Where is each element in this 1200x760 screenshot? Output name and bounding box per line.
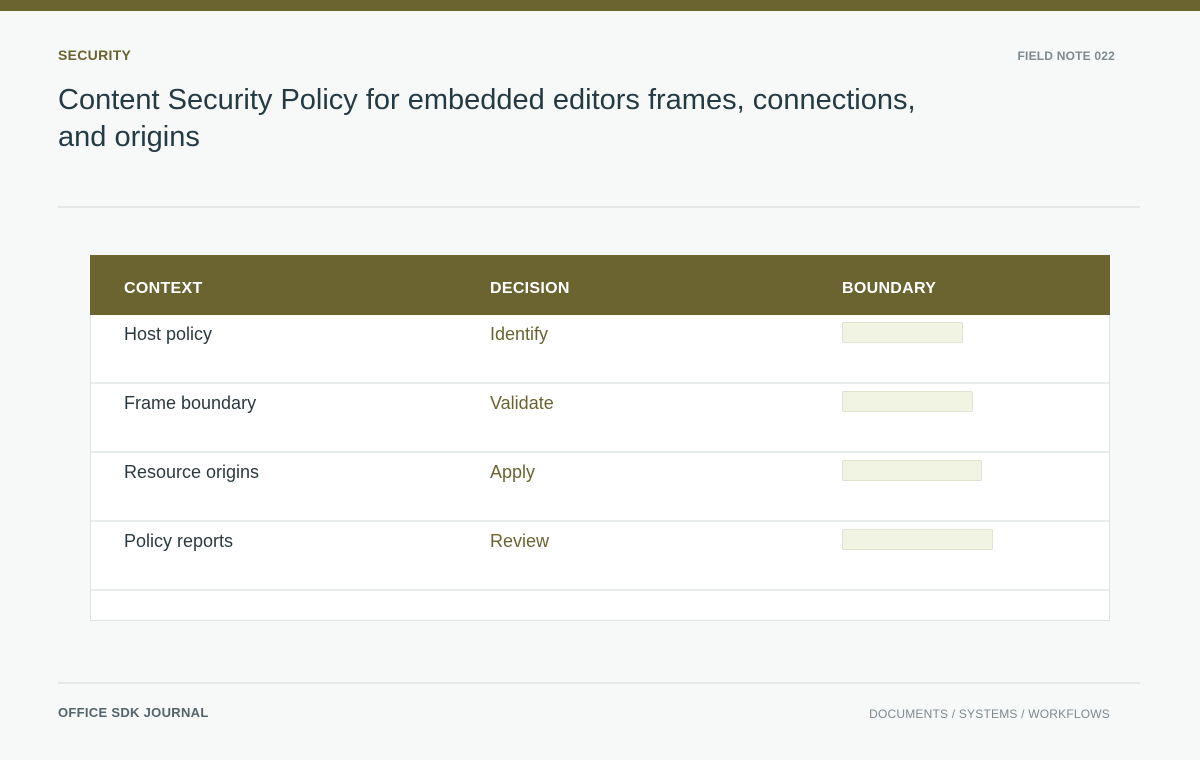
table-row: Frame boundary Validate bbox=[91, 384, 1109, 453]
table-row: Host policy Identify bbox=[91, 315, 1109, 384]
header-divider bbox=[58, 206, 1140, 208]
footer-sections: DOCUMENTS / SYSTEMS / WORKFLOWS bbox=[869, 707, 1110, 721]
context-cell: Frame boundary bbox=[124, 393, 257, 413]
decision-cell: Validate bbox=[490, 393, 554, 413]
journal-name: OFFICE SDK JOURNAL bbox=[58, 705, 209, 720]
field-note-label: FIELD NOTE 022 bbox=[1017, 49, 1115, 63]
boundary-bar bbox=[842, 529, 993, 550]
context-cell: Host policy bbox=[124, 324, 213, 344]
column-header-context: CONTEXT bbox=[124, 280, 203, 297]
category-label: SECURITY bbox=[58, 47, 132, 63]
context-cell: Policy reports bbox=[124, 531, 234, 551]
decision-cell: Identify bbox=[490, 324, 549, 344]
context-cell: Resource origins bbox=[124, 462, 260, 482]
boundary-bar bbox=[842, 460, 982, 481]
boundary-bar bbox=[842, 322, 963, 343]
page-title: Content Security Policy for embedded edi… bbox=[58, 84, 916, 153]
column-header-boundary: BOUNDARY bbox=[842, 280, 937, 297]
decision-cell: Apply bbox=[490, 462, 536, 482]
table-header: CONTEXT DECISION BOUNDARY bbox=[90, 255, 1110, 315]
table-row: Resource origins Apply bbox=[91, 453, 1109, 522]
column-header-decision: DECISION bbox=[490, 280, 570, 297]
policy-table: CONTEXT DECISION BOUNDARY Host policy Id… bbox=[90, 255, 1110, 621]
top-accent-bar bbox=[0, 0, 1200, 11]
footer-divider bbox=[58, 682, 1140, 684]
table-row: Policy reports Review bbox=[91, 522, 1109, 591]
boundary-bar bbox=[842, 391, 973, 412]
decision-cell: Review bbox=[490, 531, 550, 551]
